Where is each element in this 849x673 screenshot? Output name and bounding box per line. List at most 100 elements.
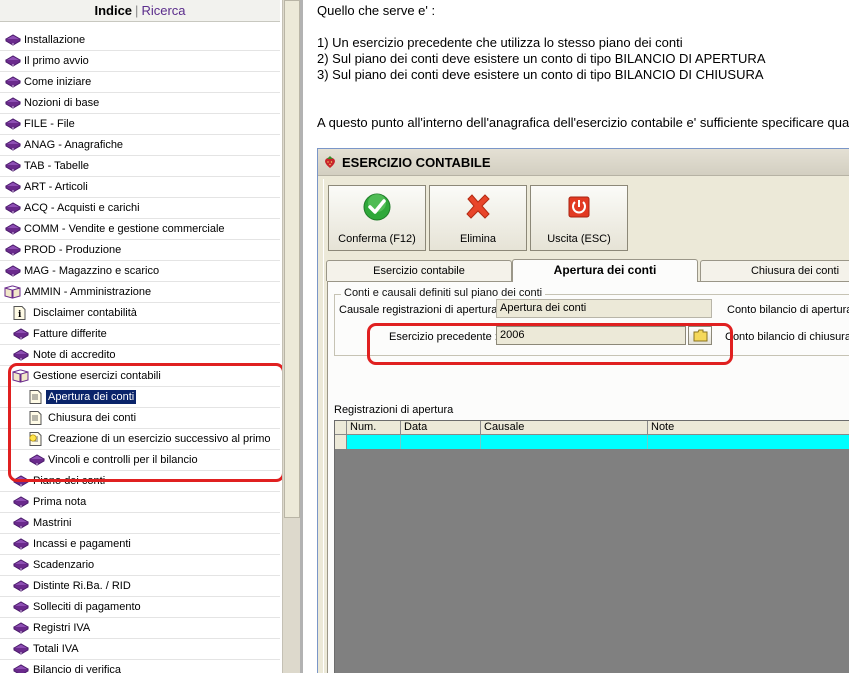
tree-item[interactable]: Registri IVA <box>0 618 280 639</box>
grid-cell-divider <box>647 435 648 449</box>
tree-item-label: MAG - Magazzino e scarico <box>24 265 160 277</box>
grid-cell-divider <box>400 435 401 449</box>
confirm-button[interactable]: Conferma (F12) <box>328 185 426 251</box>
tree-item[interactable]: Incassi e pagamenti <box>0 534 280 555</box>
closed-book-icon <box>12 537 30 551</box>
requirement-2: 2) Sul piano dei conti deve esistere un … <box>317 51 766 66</box>
grid-cell-divider <box>480 435 481 449</box>
tree-item[interactable]: AMMIN - Amministrazione <box>0 282 280 303</box>
grid-new-row[interactable] <box>335 435 849 449</box>
tree-item[interactable]: Bilancio di verifica <box>0 660 280 673</box>
tab-apertura-conti[interactable]: Apertura dei conti <box>512 259 698 282</box>
tree-item[interactable]: i Disclaimer contabilità <box>0 303 280 324</box>
tree-item[interactable]: ART - Articoli <box>0 177 280 198</box>
closed-book-icon <box>4 201 22 215</box>
tree-item[interactable]: Scadenzario <box>0 555 280 576</box>
delete-x-icon <box>466 194 490 219</box>
grid-col-causale[interactable]: Causale <box>481 421 648 435</box>
tree-item[interactable]: Distinte Ri.Ba. / RID <box>0 576 280 597</box>
tree-item[interactable]: Come iniziare <box>0 72 280 93</box>
tree-item-label: AMMIN - Amministrazione <box>24 286 152 298</box>
grid-row-selector[interactable] <box>335 435 347 449</box>
registrazioni-label: Registrazioni di apertura <box>334 404 454 416</box>
tree-item-label: Registri IVA <box>33 622 91 634</box>
highlight-box-esercizio-precedente <box>367 323 733 365</box>
closed-book-icon <box>12 621 30 635</box>
grid-col-note[interactable]: Note <box>648 421 849 435</box>
conto-chiusura-label: Conto bilancio di chiusura <box>725 331 849 343</box>
closed-book-icon <box>4 33 22 47</box>
tree-item-label: Fatture differite <box>33 328 107 340</box>
tree-item-label: Nozioni di base <box>24 97 100 109</box>
tree-item[interactable]: Fatture differite <box>0 324 280 345</box>
tree-item[interactable]: Nozioni di base <box>0 93 280 114</box>
tree-item[interactable]: MAG - Magazzino e scarico <box>0 261 280 282</box>
help-topic-tree: Installazione Il primo avvio Come iniziare… <box>0 30 280 673</box>
exit-button-label: Uscita (ESC) <box>547 233 611 245</box>
power-icon <box>568 196 590 218</box>
grid-col-data[interactable]: Data <box>401 421 481 435</box>
tab-chiusura-conti[interactable]: Chiusura dei conti <box>700 260 849 281</box>
tree-item-label: Prima nota <box>33 496 87 508</box>
delete-button[interactable]: Elimina <box>429 185 527 251</box>
check-icon <box>363 193 391 221</box>
closed-book-icon <box>4 180 22 194</box>
closed-book-icon <box>4 159 22 173</box>
dialog-titlebar: ESERCIZIO CONTABILE <box>318 149 849 176</box>
tree-item[interactable]: Il primo avvio <box>0 51 280 72</box>
tree-item[interactable]: PROD - Produzione <box>0 240 280 261</box>
tree-item[interactable]: FILE - File <box>0 114 280 135</box>
requirement-1: 1) Un esercizio precedente che utilizza … <box>317 35 683 50</box>
nav-tabs: Indice | Ricerca <box>0 0 280 22</box>
tree-item-label: FILE - File <box>24 118 75 130</box>
grid-col-num[interactable]: Num. <box>347 421 401 435</box>
tree-item[interactable]: Mastrini <box>0 513 280 534</box>
tree-item-label: Scadenzario <box>33 559 95 571</box>
closed-book-icon <box>4 264 22 278</box>
tree-item[interactable]: Totali IVA <box>0 639 280 660</box>
closed-book-icon <box>12 663 30 673</box>
closed-book-icon <box>4 138 22 152</box>
registrazioni-grid[interactable]: Num. Data Causale Note <box>334 420 849 673</box>
tree-item[interactable]: ACQ - Acquisti e carichi <box>0 198 280 219</box>
tab-esercizio-contabile[interactable]: Esercizio contabile <box>326 260 512 281</box>
exit-button[interactable]: Uscita (ESC) <box>530 185 628 251</box>
closed-book-icon <box>12 558 30 572</box>
tree-item[interactable]: ANAG - Anagrafiche <box>0 135 280 156</box>
scrollbar-thumb[interactable] <box>284 0 300 518</box>
conto-apertura-label: Conto bilancio di apertura <box>727 304 849 316</box>
grid-corner <box>335 421 347 435</box>
tree-item-label: Come iniziare <box>24 76 92 88</box>
closed-book-icon <box>12 579 30 593</box>
tree-item-label: TAB - Tabelle <box>24 160 90 172</box>
tree-item-label: Installazione <box>24 34 86 46</box>
tab-ricerca[interactable]: Ricerca <box>141 3 185 18</box>
closed-book-icon <box>12 327 30 341</box>
tree-item-label: Disclaimer contabilità <box>33 307 137 319</box>
tree-item-label: COMM - Vendite e gestione commerciale <box>24 223 225 235</box>
tree-item[interactable]: Solleciti di pagamento <box>0 597 280 618</box>
causale-field[interactable]: Apertura dei conti <box>496 299 712 318</box>
closed-book-icon <box>12 600 30 614</box>
closed-book-icon <box>4 222 22 236</box>
tree-item-label: ART - Articoli <box>24 181 88 193</box>
tree-item-label: Solleciti di pagamento <box>33 601 141 613</box>
tree-item-label: ANAG - Anagrafiche <box>24 139 124 151</box>
intro-text: Quello che serve e' : <box>317 3 436 18</box>
svg-text:i: i <box>18 310 22 320</box>
tab-indice[interactable]: Indice <box>94 3 132 18</box>
instruction-paragraph: A questo punto all'interno dell'anagrafi… <box>317 115 849 130</box>
tree-item[interactable]: COMM - Vendite e gestione commerciale <box>0 219 280 240</box>
info-page-icon: i <box>12 306 29 320</box>
esercizio-contabile-dialog-screenshot: ESERCIZIO CONTABILE Conferma (F12) Elimi… <box>317 148 849 673</box>
tree-item[interactable]: Prima nota <box>0 492 280 513</box>
tree-item[interactable]: Installazione <box>0 30 280 51</box>
closed-book-icon <box>4 243 22 257</box>
tree-scrollbar[interactable] <box>282 0 300 673</box>
closed-book-icon <box>12 495 30 509</box>
delete-button-label: Elimina <box>459 233 497 245</box>
closed-book-icon <box>12 516 30 530</box>
tree-item-label: Bilancio di verifica <box>33 664 122 673</box>
closed-book-icon <box>4 75 22 89</box>
tree-item[interactable]: TAB - Tabelle <box>0 156 280 177</box>
